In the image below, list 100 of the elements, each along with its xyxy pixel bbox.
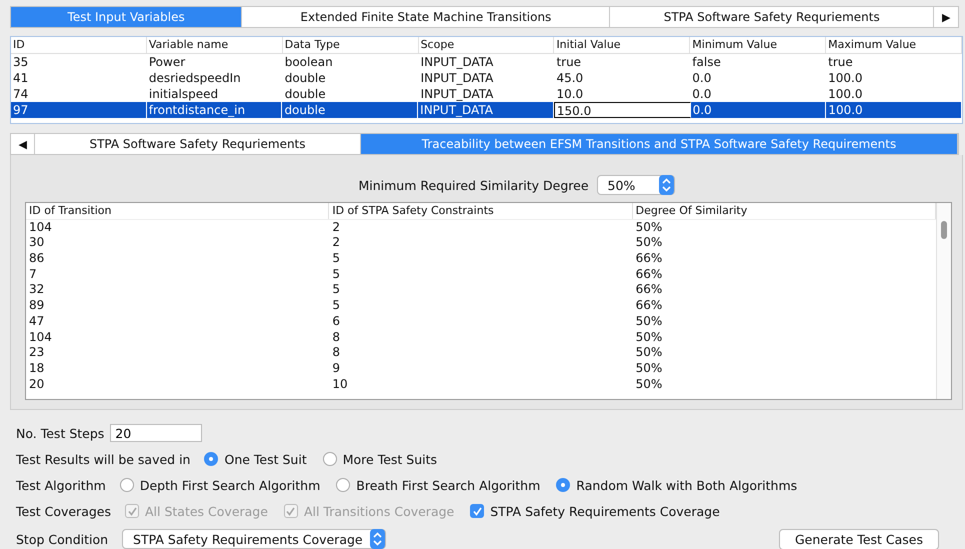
- radio-option[interactable]: Depth First Search Algorithm: [120, 478, 320, 492]
- radio-button[interactable]: [322, 452, 337, 466]
- input-field[interactable]: 20: [110, 424, 202, 442]
- table-row[interactable]: 41 desriedspeedIn double INPUT_DATA 45.0 0.0 100.0: [11, 70, 962, 86]
- scrollbar[interactable]: [936, 203, 951, 399]
- radio-option[interactable]: More Test Suits: [322, 452, 438, 466]
- table-cell-text: 45.0: [555, 70, 584, 86]
- radio-button[interactable]: [556, 478, 570, 492]
- table-cell-text: 32: [28, 282, 46, 298]
- table-cell-text: desriedspeedIn: [148, 70, 242, 86]
- table-cell: 97: [11, 102, 147, 118]
- table-cell-text: 47: [28, 314, 46, 330]
- stop-condition-dropdown[interactable]: STPA Safety Requirements Coverage: [122, 529, 386, 549]
- stepper-icon: [370, 529, 386, 549]
- column-header[interactable]: Variable name: [146, 37, 283, 53]
- tab[interactable]: Test Input Variables: [11, 7, 242, 27]
- table-cell-text: 5: [331, 298, 341, 314]
- table-cell-text: false: [691, 54, 722, 70]
- table-cell-text: 41: [12, 70, 30, 86]
- table-cell: 100.0: [826, 102, 962, 118]
- table-cell-text: 0.0: [691, 86, 712, 102]
- column-header[interactable]: ID: [11, 37, 147, 53]
- table-cell-text: 2: [331, 220, 341, 236]
- table-cell-text: 5: [331, 251, 341, 267]
- checkmark-icon: [472, 506, 483, 516]
- table-cell-text: 5: [331, 266, 341, 282]
- table-cell-text: 5: [331, 282, 341, 298]
- table-cell-text: 10.0: [555, 86, 584, 102]
- similarity-label: Minimum Required Similarity Degree: [358, 178, 589, 192]
- checkbox-option[interactable]: STPA Safety Requirements Coverage: [470, 504, 720, 518]
- table-row[interactable]: 74 initialspeed double INPUT_DATA 10.0 0.0 100.0: [11, 86, 962, 102]
- table-cell-text: 50%: [634, 235, 664, 252]
- table-cell-text: 50%: [634, 376, 664, 392]
- radio-button[interactable]: [120, 478, 134, 492]
- similarity-dropdown[interactable]: 50%: [596, 175, 675, 195]
- radio-option[interactable]: Breath First Search Algorithm: [336, 478, 540, 492]
- table-cell-text: 86: [28, 251, 46, 267]
- column-header[interactable]: ID of Transition: [26, 203, 330, 219]
- radio-button[interactable]: [336, 478, 350, 492]
- table-cell-text: 104: [28, 330, 53, 346]
- tab[interactable]: Traceability between EFSM Transitions and STPA Software Safety Requirements: [361, 134, 958, 154]
- table-cell-text: INPUT_DATA: [420, 86, 494, 102]
- radio-option[interactable]: One Test Suit: [204, 452, 307, 466]
- table-cell-text: 89: [28, 298, 46, 314]
- table-cell-text: 66%: [634, 298, 664, 314]
- checkmark-icon: [285, 506, 296, 516]
- radio-option[interactable]: Random Walk with Both Algorithms: [556, 478, 798, 492]
- column-header[interactable]: Maximum Value: [826, 37, 962, 53]
- column-header[interactable]: Data Type: [282, 37, 419, 53]
- table-cell-text: initialspeed: [148, 86, 220, 102]
- table-cell-text: boolean: [284, 54, 334, 70]
- table-row[interactable]: 35 Power boolean INPUT_DATA true false true: [11, 54, 962, 70]
- column-header[interactable]: Scope: [418, 37, 554, 53]
- field-label: Test Coverages: [16, 504, 111, 518]
- table-cell-text: 23: [28, 345, 46, 361]
- checkmark-icon: [126, 506, 138, 516]
- radio-button[interactable]: [204, 452, 218, 466]
- field-label: Test Algorithm: [16, 478, 106, 492]
- column-header[interactable]: Initial Value: [554, 37, 690, 53]
- generate-test-cases-button[interactable]: Generate Test Cases: [778, 528, 939, 549]
- table-cell-text: 10: [331, 376, 349, 392]
- field-label: No. Test Steps: [16, 426, 104, 440]
- table-cell-text: true: [555, 54, 582, 70]
- table-cell-text: 50%: [634, 330, 664, 346]
- table-cell-text: 7: [28, 266, 38, 282]
- cell-editor[interactable]: 150.0: [554, 102, 691, 118]
- table-cell-text: 8: [331, 345, 341, 361]
- table-cell-text: 66%: [634, 266, 664, 282]
- column-header[interactable]: ID of STPA Safety Constraints: [329, 203, 633, 219]
- column-header[interactable]: Minimum Value: [690, 37, 826, 53]
- table-cell-text: 104: [28, 220, 53, 236]
- table-cell-text: INPUT_DATA: [420, 70, 494, 86]
- table-row[interactable]: 97 frontdistance_in double INPUT_DATA 150.0 0.0 100.0: [11, 102, 962, 118]
- table-cell-text: 100.0: [827, 70, 864, 86]
- scrollbar-thumb[interactable]: [941, 221, 947, 239]
- table-cell-text: 20: [28, 376, 46, 392]
- checkbox[interactable]: [470, 504, 484, 518]
- table-cell-text: 50%: [634, 220, 664, 236]
- table-cell: frontdistance_in: [146, 102, 282, 118]
- field-label: Test Results will be saved in: [16, 452, 190, 466]
- table-cell-text: 9: [331, 360, 341, 377]
- table-cell-text: 18: [28, 360, 46, 377]
- stepper-icon: [658, 175, 674, 195]
- table-cell-text: 66%: [634, 282, 664, 298]
- table-cell-text: 74: [12, 86, 30, 102]
- table-cell-text: 35: [12, 54, 30, 70]
- table-cell-text: 0.0: [691, 70, 712, 86]
- table-cell-text: 50%: [634, 345, 664, 361]
- table-cell-text: 30: [28, 235, 46, 252]
- table-cell-text: true: [827, 54, 854, 70]
- table-cell-text: double: [284, 86, 327, 102]
- table-cell-text: 66%: [634, 251, 664, 267]
- table-cell-text: 8: [331, 330, 341, 346]
- table-cell: 0.0: [690, 102, 826, 118]
- table-cell-text: 6: [331, 314, 341, 330]
- table-cell-text: 100.0: [827, 86, 864, 102]
- table-cell-text: INPUT_DATA: [420, 54, 494, 70]
- table-cell-text: 2: [331, 235, 341, 252]
- table-cell-text: 50%: [634, 360, 664, 377]
- table-cell-text: double: [284, 70, 327, 86]
